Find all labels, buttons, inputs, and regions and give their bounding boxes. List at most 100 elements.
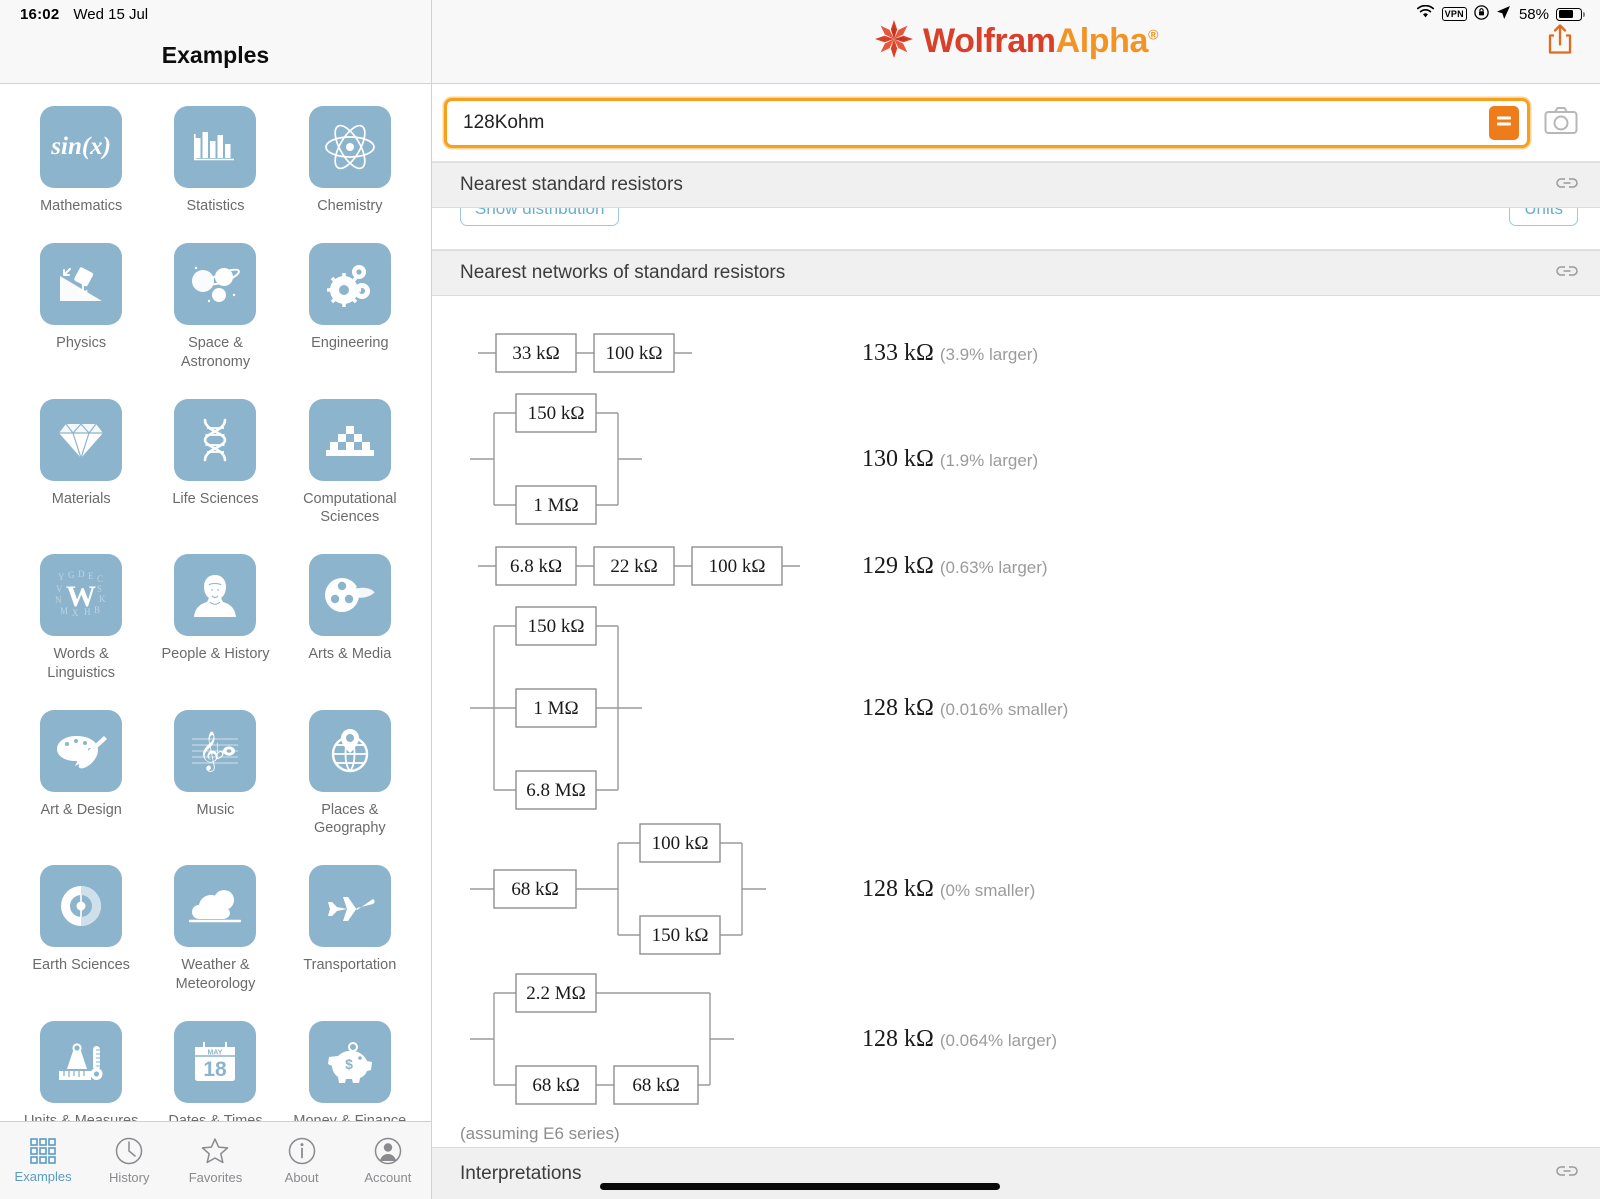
calendar-icon: MAY 18 — [174, 1020, 257, 1103]
svg-text:G: G — [68, 570, 75, 580]
section-header-networks[interactable]: Nearest networks of standard resistors — [432, 250, 1600, 296]
examples-scroll-area[interactable]: sin(x) Mathematics Statistics Chemistry — [0, 84, 431, 1121]
example-category-dates-times[interactable]: MAY 18 Dates & Times — [148, 1020, 282, 1121]
example-category-statistics[interactable]: Statistics — [148, 106, 282, 215]
standard-resistors-clipped-row: Show distribution Units — [432, 208, 1600, 250]
person-icon — [374, 1137, 402, 1165]
svg-text:D: D — [78, 570, 85, 579]
units-button-standard[interactable]: Units — [1509, 208, 1578, 226]
cellular-automaton-icon — [308, 398, 391, 481]
example-category-engineering[interactable]: Engineering — [283, 243, 417, 371]
example-label: Space & Astronomy — [180, 335, 251, 370]
section-title: Nearest standard resistors — [460, 174, 683, 195]
wolfram-spikey-icon — [874, 19, 914, 64]
share-button[interactable] — [1546, 23, 1574, 60]
example-category-mathematics[interactable]: sin(x) Mathematics — [14, 106, 148, 215]
example-label: Statistics — [186, 198, 245, 214]
example-label: Transportation — [303, 957, 397, 974]
link-icon[interactable] — [1556, 264, 1578, 283]
example-label: Money & Finance — [293, 1112, 407, 1121]
bust-portrait-icon — [174, 554, 257, 637]
svg-text:100 kΩ: 100 kΩ — [652, 833, 709, 854]
search-box[interactable] — [444, 97, 1530, 148]
sun-cloud-icon — [174, 865, 257, 948]
example-category-people-history[interactable]: People & History — [148, 554, 282, 682]
network-delta: (0.63% larger) — [939, 557, 1048, 577]
section-header-interpretations[interactable]: Interpretations — [432, 1147, 1600, 1199]
example-category-earth-sciences[interactable]: Earth Sciences — [14, 865, 148, 993]
network-total: 133 kΩ (3.9% larger) — [862, 340, 1038, 367]
home-indicator — [600, 1183, 1000, 1190]
tab-about[interactable]: About — [263, 1137, 341, 1185]
tab-examples[interactable]: Examples — [4, 1137, 82, 1184]
atom-icon — [308, 106, 391, 188]
network-total-value: 130 kΩ — [862, 445, 934, 472]
camera-button[interactable] — [1544, 106, 1578, 140]
tab-label: Favorites — [188, 1169, 243, 1185]
example-category-music[interactable]: 𝄞 ♭ Music — [148, 709, 282, 838]
tab-favorites[interactable]: Favorites — [176, 1137, 254, 1185]
example-category-life-sciences[interactable]: Life Sciences — [148, 398, 282, 527]
example-label: Materials — [51, 490, 111, 507]
example-label: Units & Measures — [23, 1112, 139, 1121]
tab-account[interactable]: Account — [349, 1137, 427, 1185]
svg-text:150 kΩ: 150 kΩ — [652, 925, 709, 946]
example-category-art-design[interactable]: Art & Design — [14, 709, 148, 838]
svg-text:C: C — [97, 574, 103, 584]
svg-text:68 kΩ: 68 kΩ — [632, 1075, 679, 1096]
network-row: 150 kΩ 1 MΩ 130 kΩ (1.9% larger) — [432, 388, 1600, 530]
example-label: Dates & Times — [168, 1112, 263, 1121]
results-area[interactable]: Nearest standard resistors Show distribu… — [432, 162, 1600, 1199]
info-icon — [288, 1137, 316, 1165]
example-category-money-finance[interactable]: $ Money & Finance — [283, 1020, 417, 1121]
example-category-chemistry[interactable]: Chemistry — [283, 106, 417, 215]
network-total: 130 kΩ (1.9% larger) — [862, 446, 1038, 473]
svg-text:18: 18 — [204, 1058, 228, 1081]
example-category-units-measures[interactable]: Units & Measures — [14, 1020, 148, 1121]
example-category-space-astronomy[interactable]: Space & Astronomy — [148, 243, 282, 371]
svg-text:68 kΩ: 68 kΩ — [532, 1075, 579, 1096]
logo-wordmark: WolframAlpha® — [923, 22, 1158, 61]
example-label: Art & Design — [40, 801, 122, 818]
tab-history[interactable]: History — [90, 1137, 168, 1185]
sidebar-header: Examples — [0, 0, 431, 84]
example-category-weather-meteorology[interactable]: Weather & Meteorology — [148, 865, 282, 993]
camera-icon — [1544, 106, 1578, 140]
sidebar-title: Examples — [161, 42, 270, 68]
svg-text:68 kΩ: 68 kΩ — [511, 879, 558, 900]
wolfram-alpha-app: 16:02 Wed 15 Jul VPN 58% Examples sin(x)… — [0, 0, 1600, 1199]
example-category-physics[interactable]: Physics — [14, 243, 148, 371]
show-distribution-button[interactable]: Show distribution — [460, 208, 620, 226]
svg-text:150 kΩ: 150 kΩ — [528, 616, 585, 637]
sine-function-icon: sin(x) — [40, 106, 123, 188]
example-category-transportation[interactable]: Transportation — [283, 865, 417, 993]
link-icon[interactable] — [1556, 176, 1578, 195]
film-reel-icon — [308, 554, 391, 637]
networks-list: 33 kΩ 100 kΩ 133 kΩ (3.9% larger) 150 kΩ… — [432, 296, 1600, 1199]
network-diagram-series-2: 33 kΩ 100 kΩ — [432, 321, 862, 385]
network-total-value: 133 kΩ — [862, 339, 934, 366]
example-category-computational-sciences[interactable]: Computational Sciences — [283, 398, 417, 527]
svg-text:100 kΩ: 100 kΩ — [709, 556, 766, 577]
examples-grid: sin(x) Mathematics Statistics Chemistry — [0, 106, 431, 1121]
earth-layers-icon — [40, 865, 123, 948]
svg-text:150 kΩ: 150 kΩ — [528, 403, 585, 424]
search-submit-button[interactable] — [1489, 105, 1519, 140]
example-category-materials[interactable]: Materials — [14, 398, 148, 527]
grid-icon — [30, 1137, 56, 1164]
example-category-places-geography[interactable]: Places & Geography — [283, 709, 417, 838]
search-input[interactable] — [463, 111, 1489, 134]
section-header-standard-resistors[interactable]: Nearest standard resistors — [432, 162, 1600, 208]
share-icon — [1546, 23, 1574, 59]
network-delta: (3.9% larger) — [939, 344, 1039, 364]
example-category-words-linguistics[interactable]: YGDECVSNKMXHBW Words & Linguistics — [14, 554, 148, 682]
example-label: Weather & Meteorology — [175, 957, 256, 992]
example-label: Life Sciences — [172, 490, 259, 507]
svg-text:1 MΩ: 1 MΩ — [533, 495, 578, 516]
logo-trademark: ® — [1148, 26, 1158, 43]
network-diagram-parallel-series: 2.2 MΩ 68 kΩ 68 kΩ — [432, 967, 862, 1111]
link-icon[interactable] — [1556, 1164, 1578, 1183]
tab-label: Examples — [14, 1168, 72, 1184]
example-category-arts-media[interactable]: Arts & Media — [283, 554, 417, 682]
network-total: 129 kΩ (0.63% larger) — [862, 553, 1048, 580]
